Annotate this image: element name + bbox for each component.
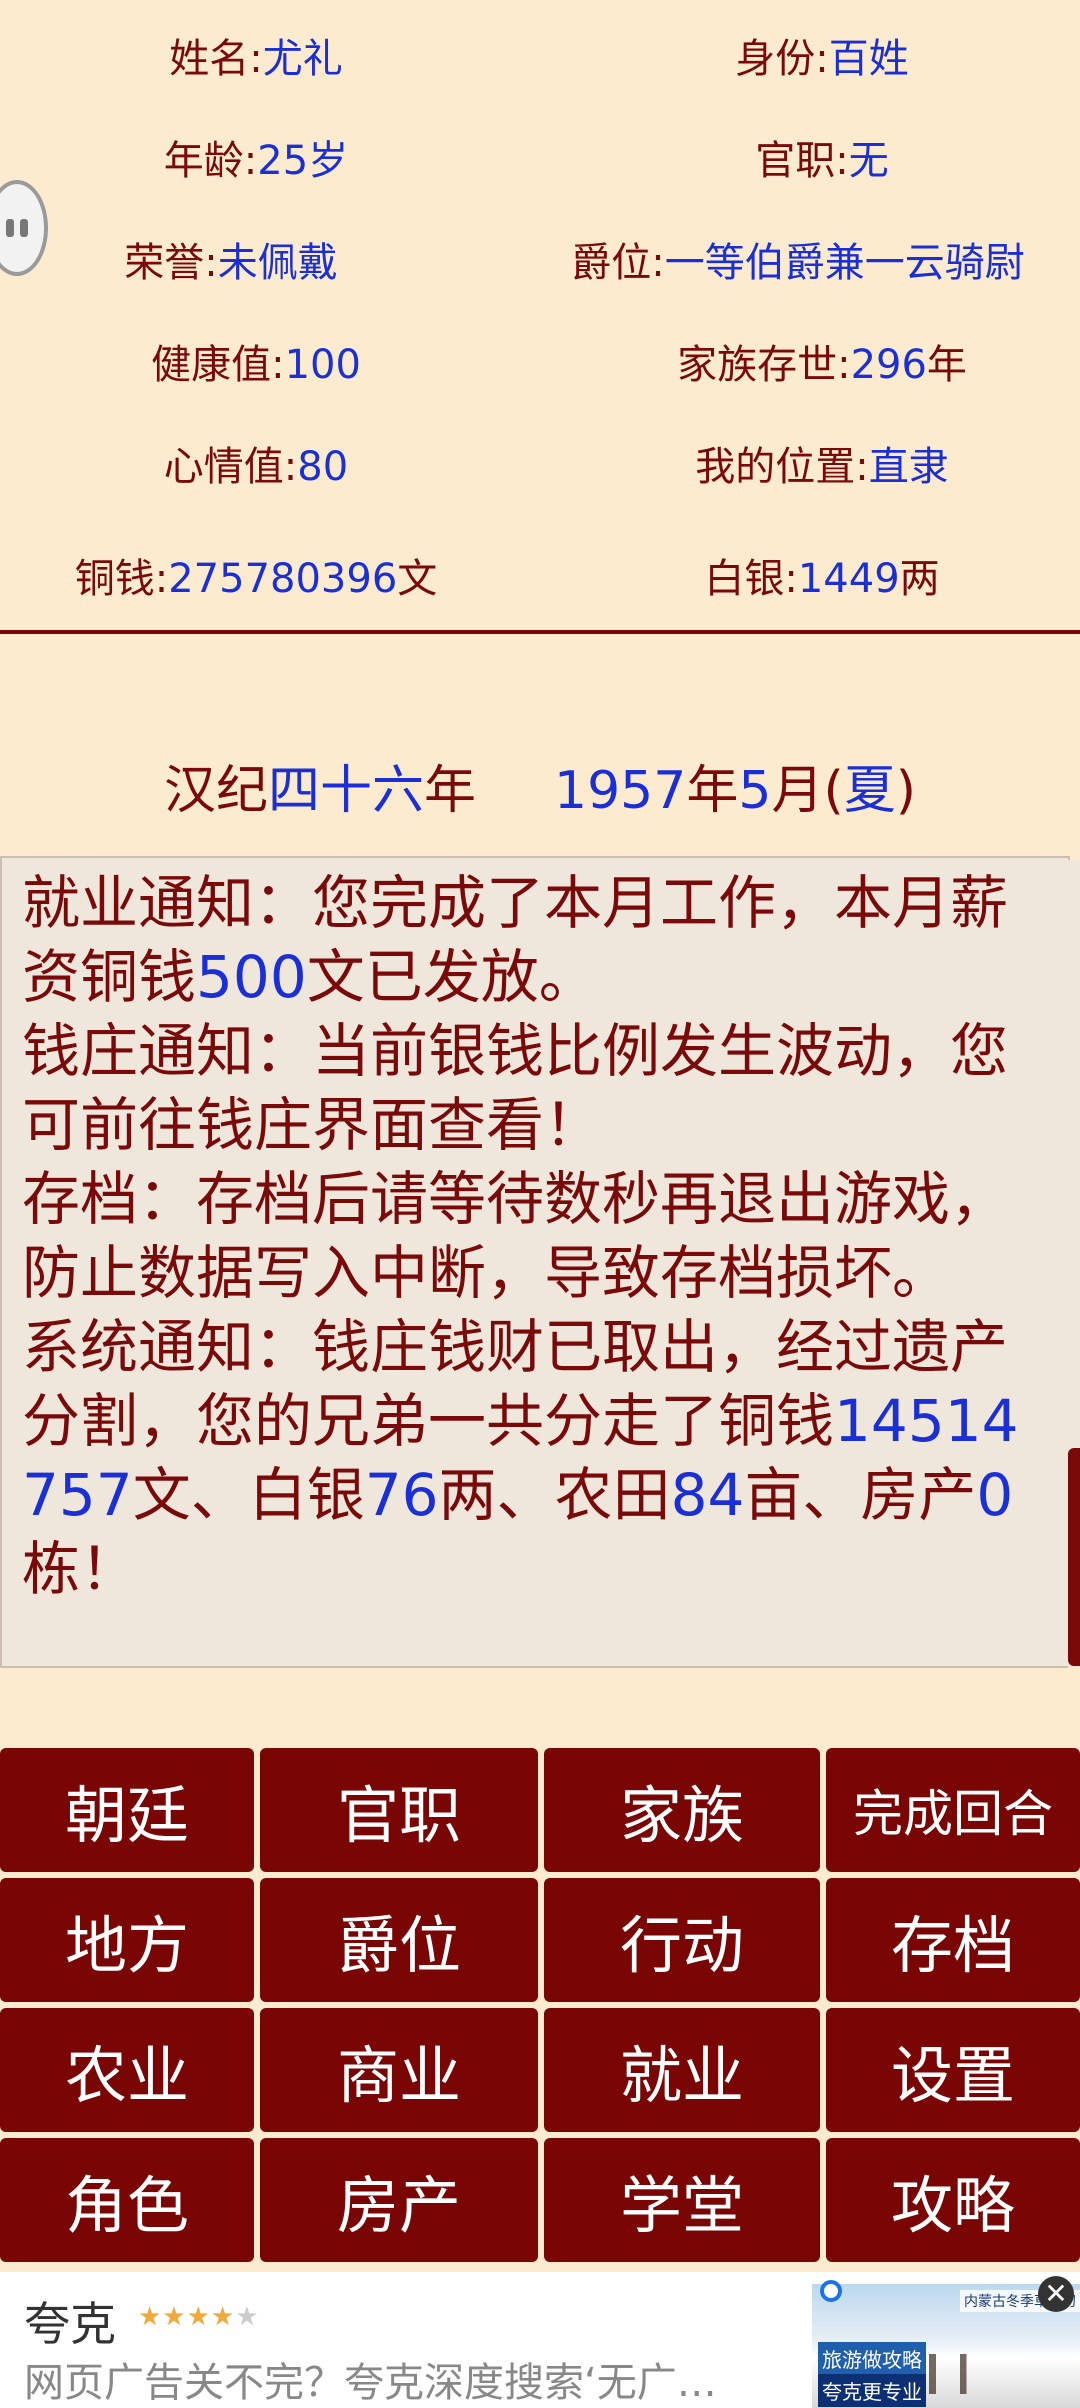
message-save: 存档：存档后请等待数秒再退出游戏，防止数据写入中断，导致存档损坏。 [22, 1165, 1009, 1307]
message-system-text-e: 栋！ [22, 1535, 139, 1603]
guide-button[interactable]: 攻略 [826, 2138, 1080, 2262]
year-suffix: 年 [686, 761, 739, 821]
message-log[interactable]: 就业通知：您完成了本月工作，本月薪资铜钱500文已发放。 钱庄通知：当前银钱比例… [0, 856, 1070, 1668]
settings-button[interactable]: 设置 [826, 2008, 1080, 2132]
message-bank: 钱庄通知：当前银钱比例发生波动，您可前往钱庄界面查看！ [22, 1017, 1009, 1159]
pause-icon-bar [20, 219, 28, 237]
era-number: 四十六 [267, 761, 424, 821]
commerce-button[interactable]: 商业 [260, 2008, 538, 2132]
stat-location: 我的位置:直隶 [695, 444, 949, 490]
stat-mood: 心情值:80 [163, 444, 349, 490]
stat-identity: 身份:百姓 [735, 36, 909, 82]
stat-age: 年龄:25岁 [163, 138, 349, 184]
message-system-text-d: 亩、房产 [744, 1461, 977, 1529]
agriculture-button[interactable]: 农业 [0, 2008, 254, 2132]
action-button[interactable]: 行动 [544, 1878, 820, 2002]
pause-icon [6, 219, 14, 237]
message-system-text-c: 两、农田 [438, 1461, 671, 1529]
close-icon[interactable]: ✕ [1038, 2276, 1074, 2312]
ad-banner[interactable]: 夸克 ★★★★★ 网页广告关不完？夸克深度搜索‘无广… 内蒙古冬季草原初 旅游做… [0, 2272, 1080, 2408]
stat-copper-value: 275780396 [168, 556, 398, 602]
stat-location-value: 直隶 [868, 444, 949, 490]
office-button[interactable]: 官职 [260, 1748, 538, 1872]
stat-health-value: 100 [284, 342, 361, 388]
ad-description: 网页广告关不完？夸克深度搜索‘无广… [24, 2360, 717, 2406]
empty-star-icon: ★ [235, 2302, 260, 2332]
stat-mood-value: 80 [297, 444, 349, 490]
month-value: 5 [738, 761, 772, 821]
family-button[interactable]: 家族 [544, 1748, 820, 1872]
season-close: ) [895, 761, 917, 821]
season-value: 夏 [843, 761, 896, 821]
stat-health: 健康值:100 [151, 342, 361, 388]
message-log-text: 就业通知：您完成了本月工作，本月薪资铜钱500文已发放。 钱庄通知：当前银钱比例… [22, 866, 1052, 1606]
ad-rating-stars: ★★★★★ [138, 2302, 260, 2332]
action-button-grid: 朝廷 官职 家族 完成回合 地方 爵位 行动 存档 农业 商业 就业 设置 角色… [0, 1748, 1080, 2262]
message-system-silver: 76 [364, 1461, 439, 1529]
save-button[interactable]: 存档 [826, 1878, 1080, 2002]
era-suffix: 年 [423, 761, 476, 821]
game-date: 汉纪四十六年 1957年5月(夏) [0, 748, 1080, 823]
peerage-button[interactable]: 爵位 [260, 1878, 538, 2002]
character-stats-panel: 姓名:尤礼 身份:百姓 年龄:25岁 官职:无 荣誉:未佩戴 爵位:一等伯爵兼一… [0, 0, 1080, 632]
message-system: 系统通知：钱庄钱财已取出，经过遗产分割，您的兄弟一共分走了铜钱14514757文… [22, 1310, 1052, 1606]
era-prefix: 汉纪 [163, 761, 268, 821]
stat-family-years: 家族存世:296年 [677, 342, 967, 388]
message-system-house: 0 [976, 1461, 1014, 1529]
stat-silver-value: 1449 [797, 556, 900, 602]
message-employment-tail: 文已发放。 [306, 943, 597, 1011]
ad-image-tag-2: 旅游做攻略 [818, 2342, 926, 2375]
message-system-text-b: 文、白银 [132, 1461, 365, 1529]
stat-honor: 荣誉:未佩戴 [124, 240, 338, 286]
stat-copper: 铜钱:275780396文 [74, 556, 438, 602]
end-turn-button[interactable]: 完成回合 [826, 1748, 1080, 1872]
month-suffix: 月( [771, 761, 844, 821]
school-button[interactable]: 学堂 [544, 2138, 820, 2262]
ad-logo-icon [820, 2280, 842, 2302]
stat-age-value: 25岁 [257, 138, 349, 184]
character-button[interactable]: 角色 [0, 2138, 254, 2262]
stat-name-value: 尤礼 [262, 36, 343, 82]
divider [0, 630, 1080, 634]
stat-title: 爵位:一等伯爵兼一云骑尉 [571, 240, 1025, 286]
stat-office: 官职:无 [755, 138, 889, 184]
stat-family-years-value: 296 [850, 342, 927, 388]
message-employment-amount: 500 [196, 943, 307, 1011]
court-button[interactable]: 朝廷 [0, 1748, 254, 1872]
ad-image-tag-3: 夸克更专业 [818, 2374, 926, 2407]
employment-button[interactable]: 就业 [544, 2008, 820, 2132]
stat-office-value: 无 [848, 138, 889, 184]
stat-honor-value: 未佩戴 [217, 240, 338, 286]
stat-silver: 白银:1449两 [704, 556, 940, 602]
message-employment: 就业通知：您完成了本月工作，本月薪资铜钱500文已发放。 [22, 866, 1052, 1014]
stat-name: 姓名:尤礼 [169, 36, 343, 82]
message-system-land: 84 [670, 1461, 745, 1529]
stat-title-value: 一等伯爵兼一云骑尉 [664, 240, 1025, 286]
local-button[interactable]: 地方 [0, 1878, 254, 2002]
ad-image-scene [902, 2354, 1072, 2394]
ad-title: 夸克 [24, 2297, 116, 2351]
stat-identity-value: 百姓 [828, 36, 909, 82]
message-scrollbar-thumb[interactable] [1068, 1448, 1080, 1666]
property-button[interactable]: 房产 [260, 2138, 538, 2262]
year-value: 1957 [553, 761, 687, 821]
